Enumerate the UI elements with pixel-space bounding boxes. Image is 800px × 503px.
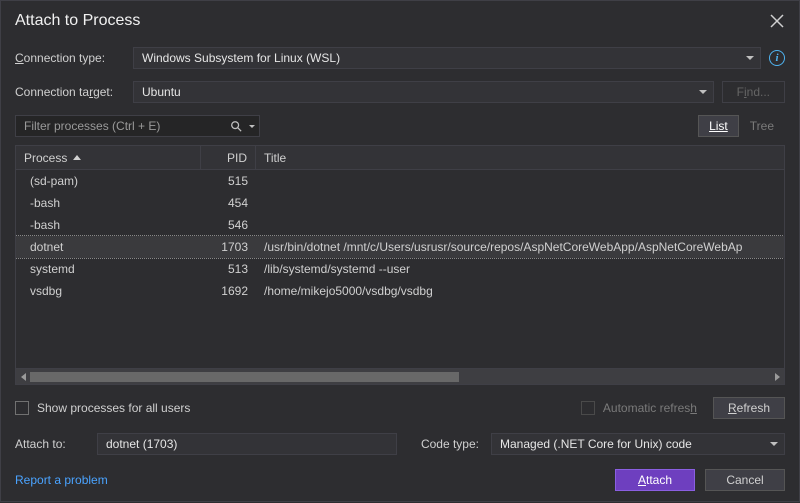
column-header-title[interactable]: Title (256, 146, 784, 169)
chevron-down-icon (699, 90, 707, 94)
auto-refresh-label: Automatic refresh (603, 401, 697, 415)
sort-ascending-icon (73, 155, 81, 160)
table-row[interactable]: (sd-pam)515 (16, 170, 784, 192)
attach-button[interactable]: Attach (615, 469, 695, 491)
find-button: Find... (722, 81, 785, 103)
close-button[interactable] (765, 9, 789, 33)
connection-target-value: Ubuntu (142, 85, 181, 99)
attach-to-label: Attach to: (15, 437, 85, 451)
connection-target-label: Connection target: (15, 85, 125, 99)
cell-process: -bash (16, 196, 201, 210)
scroll-right-icon (775, 373, 780, 381)
chevron-down-icon (746, 56, 754, 60)
view-toggle: List Tree (698, 115, 785, 137)
cell-process: vsdbg (16, 284, 201, 298)
cell-process: dotnet (16, 240, 201, 254)
connection-type-label: Connection type: (15, 51, 125, 65)
filter-input[interactable]: Filter processes (Ctrl + E) (15, 115, 260, 137)
cell-pid: 546 (201, 218, 256, 232)
tree-view-button[interactable]: Tree (739, 115, 785, 137)
table-row[interactable]: vsdbg1692/home/mikejo5000/vsdbg/vsdbg (16, 280, 784, 302)
close-icon (770, 14, 784, 28)
cell-process: -bash (16, 218, 201, 232)
show-all-users-label: Show processes for all users (37, 401, 190, 415)
scroll-left-icon (21, 373, 26, 381)
cell-pid: 515 (201, 174, 256, 188)
cell-pid: 454 (201, 196, 256, 210)
connection-target-dropdown[interactable]: Ubuntu (133, 81, 714, 103)
search-icon (230, 120, 242, 132)
table-row[interactable]: systemd513/lib/systemd/systemd --user (16, 258, 784, 280)
cell-title: /usr/bin/dotnet /mnt/c/Users/usrusr/sour… (256, 240, 784, 254)
chevron-down-icon (249, 125, 255, 128)
column-header-pid[interactable]: PID (201, 146, 256, 169)
code-type-value: Managed (.NET Core for Unix) code (500, 437, 692, 451)
filter-placeholder: Filter processes (Ctrl + E) (24, 119, 160, 133)
info-icon: i (769, 50, 785, 66)
table-row[interactable]: dotnet1703/usr/bin/dotnet /mnt/c/Users/u… (16, 236, 784, 258)
show-all-users-checkbox[interactable] (15, 401, 29, 415)
list-view-button[interactable]: List (698, 115, 739, 137)
auto-refresh-checkbox (581, 401, 595, 415)
cell-process: systemd (16, 262, 201, 276)
refresh-button[interactable]: Refresh (713, 397, 785, 419)
cancel-button[interactable]: Cancel (705, 469, 785, 491)
table-row[interactable]: -bash454 (16, 192, 784, 214)
connection-type-dropdown[interactable]: Windows Subsystem for Linux (WSL) (133, 47, 761, 69)
cell-process: (sd-pam) (16, 174, 201, 188)
code-type-dropdown[interactable]: Managed (.NET Core for Unix) code (491, 433, 785, 455)
column-header-process[interactable]: Process (16, 146, 201, 169)
cell-title: /lib/systemd/systemd --user (256, 262, 784, 276)
horizontal-scrollbar[interactable] (16, 368, 784, 384)
scrollbar-thumb[interactable] (30, 372, 459, 382)
cell-pid: 513 (201, 262, 256, 276)
cell-title: /home/mikejo5000/vsdbg/vsdbg (256, 284, 784, 298)
info-button[interactable]: i (769, 50, 785, 66)
chevron-down-icon (770, 442, 778, 446)
cell-pid: 1703 (201, 240, 256, 254)
attach-to-field[interactable]: dotnet (1703) (97, 433, 397, 455)
table-row[interactable]: -bash546 (16, 214, 784, 236)
code-type-label: Code type: (409, 437, 479, 451)
process-table: Process PID Title (sd-pam)515-bash454-ba… (15, 145, 785, 385)
connection-type-value: Windows Subsystem for Linux (WSL) (142, 51, 340, 65)
report-problem-link[interactable]: Report a problem (15, 473, 108, 487)
dialog-title: Attach to Process (15, 12, 140, 30)
cell-pid: 1692 (201, 284, 256, 298)
